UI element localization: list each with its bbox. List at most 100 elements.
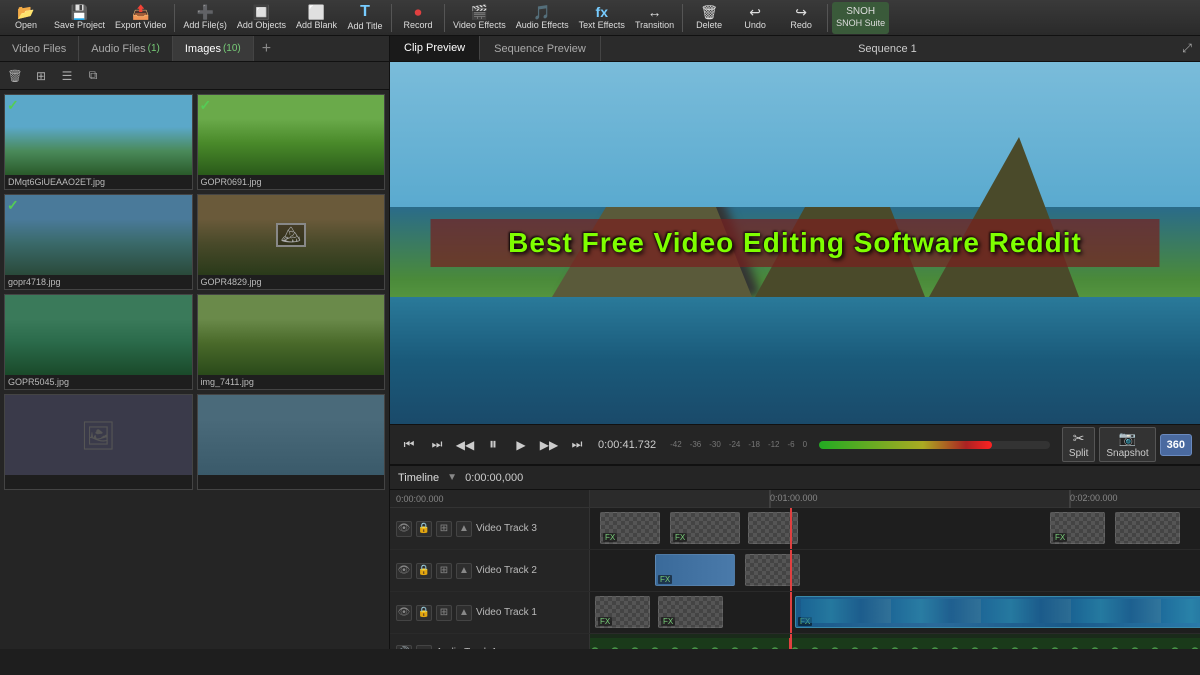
audio-effects-icon: 🎵	[533, 5, 550, 19]
clip-block[interactable]: FX	[670, 512, 740, 544]
clip-fx-label: FX	[603, 533, 617, 542]
fast-forward-button[interactable]: ▶▶	[538, 434, 560, 456]
video-effects-button[interactable]: 🎬 Video Effects	[449, 2, 510, 34]
track-content-video1: FX FX FX	[590, 592, 1200, 633]
track-collapse-button[interactable]: ▲	[416, 645, 432, 650]
track-playhead	[790, 592, 792, 633]
table-row: 👁 🔒 ⊞ ▲ Video Track 3 FX FX	[390, 508, 1200, 550]
record-icon: ⏺	[414, 5, 421, 19]
pause-button[interactable]: ⏸	[482, 434, 504, 456]
vr360-button[interactable]: 360	[1160, 434, 1192, 456]
track-collapse-button[interactable]: ▲	[456, 521, 472, 537]
track-content-audio1	[590, 634, 1200, 649]
track-collapse-button[interactable]: ▲	[456, 605, 472, 621]
grid-view-button[interactable]: ⊞	[30, 65, 52, 87]
transition-button[interactable]: ↔ Transition	[631, 2, 678, 34]
audio-waveform	[590, 638, 1200, 649]
redo-button[interactable]: ↪ Redo	[779, 2, 823, 34]
clip-block[interactable]	[748, 512, 798, 544]
filter-button[interactable]: ⧉	[82, 65, 104, 87]
track-visibility-button[interactable]: 👁	[396, 605, 412, 621]
track-mute-button[interactable]: 🔊	[396, 645, 412, 650]
timeline-timecode: 0:00:00,000	[465, 472, 523, 484]
open-button[interactable]: 📂 Open	[4, 2, 48, 34]
track-visibility-button[interactable]: 👁	[396, 521, 412, 537]
list-item[interactable]	[197, 394, 386, 490]
audio-effects-button[interactable]: 🎵 Audio Effects	[512, 2, 573, 34]
track-header-video2: 👁 🔒 ⊞ ▲ Video Track 2	[390, 550, 590, 591]
list-item[interactable]: GOPR5045.jpg	[4, 294, 193, 390]
step-back-button[interactable]: ⏭	[426, 434, 448, 456]
clip-block[interactable]	[1115, 512, 1180, 544]
add-blank-button[interactable]: ⬜ Add Blank	[292, 2, 341, 34]
track-lock-button[interactable]: 🔒	[416, 563, 432, 579]
export-icon: 📤	[132, 5, 149, 19]
delete-button[interactable]: 🗑 Delete	[687, 2, 731, 34]
media-filename: gopr4718.jpg	[5, 275, 192, 289]
volume-meter[interactable]	[819, 441, 1050, 449]
tab-video-files[interactable]: Video Files	[0, 36, 79, 61]
clip-block[interactable]: FX	[1050, 512, 1105, 544]
clip-block[interactable]: FX	[658, 596, 723, 628]
list-item[interactable]: ✓ gopr4718.jpg	[4, 194, 193, 290]
export-video-button[interactable]: 📤 Export Video	[111, 2, 170, 34]
clip-fx-label: FX	[658, 575, 672, 584]
sequence-preview-tab[interactable]: Sequence Preview	[480, 36, 601, 61]
table-row: 👁 🔒 ⊞ ▲ Video Track 2 FX	[390, 550, 1200, 592]
media-filename: img_7411.jpg	[198, 375, 385, 389]
delete-media-button[interactable]: 🗑	[4, 65, 26, 87]
clip-block[interactable]: FX	[795, 596, 1200, 628]
clip-preview-tab[interactable]: Clip Preview	[390, 36, 480, 61]
list-item[interactable]: ✓ DMqt6GiUEAAO2ET.jpg	[4, 94, 193, 190]
media-toolbar: 🗑 ⊞ ☰ ⧉	[0, 62, 389, 90]
play-button[interactable]: ▶	[510, 434, 532, 456]
track-collapse-button[interactable]: ▲	[456, 563, 472, 579]
add-files-button[interactable]: ➕ Add File(s)	[179, 2, 231, 34]
snapshot-button[interactable]: 📷 Snapshot	[1099, 427, 1155, 462]
tab-audio-files[interactable]: Audio Files (1)	[79, 36, 173, 61]
volume-level	[819, 441, 992, 449]
list-item[interactable]: ✓ GOPR0691.jpg	[197, 94, 386, 190]
separator	[174, 4, 175, 32]
media-filename: GOPR5045.jpg	[5, 375, 192, 389]
clip-fx-label: FX	[661, 617, 675, 626]
split-icon: ✂	[1073, 430, 1085, 447]
track-lock-button[interactable]: 🔒	[416, 605, 432, 621]
track-group-button[interactable]: ⊞	[436, 521, 452, 537]
clip-block[interactable]: FX	[600, 512, 660, 544]
skip-to-end-button[interactable]: ⏭	[566, 434, 588, 456]
preview-action-buttons: ✂ Split 📷 Snapshot 360	[1062, 427, 1192, 462]
add-tab-button[interactable]: +	[254, 36, 279, 61]
split-button[interactable]: ✂ Split	[1062, 427, 1095, 462]
rewind-button[interactable]: ◀◀	[454, 434, 476, 456]
add-title-button[interactable]: T Add Title	[343, 2, 387, 34]
undo-button[interactable]: ↩ Undo	[733, 2, 777, 34]
track-group-button[interactable]: ⊞	[436, 563, 452, 579]
text-effects-icon: fx	[596, 5, 608, 19]
main-layout: Video Files Audio Files (1) Images (10) …	[0, 36, 1200, 649]
clip-block[interactable]	[745, 554, 800, 586]
track-group-button[interactable]: ⊞	[436, 605, 452, 621]
list-item[interactable]: img_7411.jpg	[197, 294, 386, 390]
tracks-container: 👁 🔒 ⊞ ▲ Video Track 3 FX FX	[390, 508, 1200, 649]
list-item[interactable]: 🖼	[4, 394, 193, 490]
time-display: 0:00:41.732	[598, 439, 656, 451]
redo-icon: ↪	[795, 5, 807, 19]
clip-block[interactable]: FX	[655, 554, 735, 586]
save-project-button[interactable]: 💾 Save Project	[50, 2, 109, 34]
record-button[interactable]: ⏺ Record	[396, 2, 440, 34]
track-content-video3: FX FX FX	[590, 508, 1200, 549]
list-item[interactable]: 🏔 GOPR4829.jpg	[197, 194, 386, 290]
add-objects-button[interactable]: 🔲 Add Objects	[233, 2, 290, 34]
tab-images[interactable]: Images (10)	[173, 36, 254, 61]
preview-expand-button[interactable]: ⤢	[1174, 36, 1200, 61]
clip-block[interactable]: FX	[595, 596, 650, 628]
track-lock-button[interactable]: 🔒	[416, 521, 432, 537]
snoh-suite-button[interactable]: SNOH SNOH Suite	[832, 2, 889, 34]
timeline-expand-button[interactable]: ▼	[447, 472, 457, 483]
separator3	[444, 4, 445, 32]
list-view-button[interactable]: ☰	[56, 65, 78, 87]
text-effects-button[interactable]: fx Text Effects	[575, 2, 629, 34]
skip-to-start-button[interactable]: ⏮	[398, 434, 420, 456]
track-visibility-button[interactable]: 👁	[396, 563, 412, 579]
